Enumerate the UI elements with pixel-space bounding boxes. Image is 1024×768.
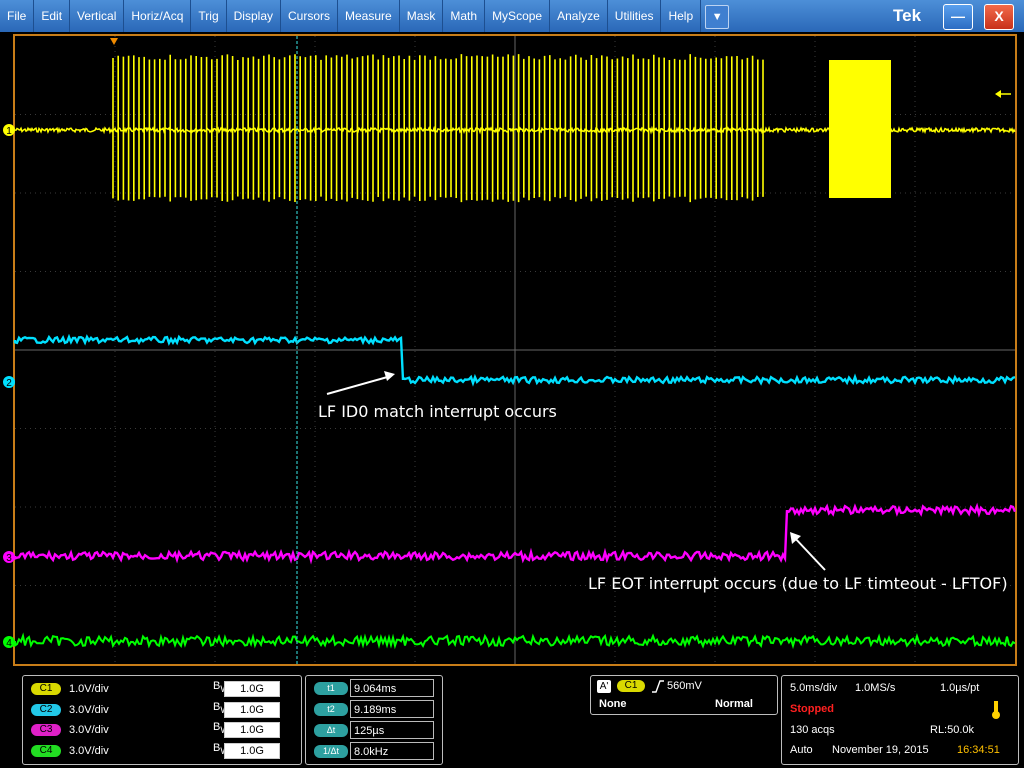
svg-text:3: 3 bbox=[6, 553, 12, 564]
channel-c4-bandwidth[interactable]: 1.0G bbox=[224, 743, 280, 759]
trigger-level: 560mV bbox=[667, 680, 702, 692]
channel-2-marker[interactable]: 2 bbox=[3, 376, 15, 389]
menu-bar: File Edit Vertical Horiz/Acq Trig Display Curs… bbox=[0, 0, 1024, 32]
menu-myscope[interactable]: MyScope bbox=[485, 0, 551, 32]
channel-c4-badge[interactable]: C4 bbox=[31, 745, 61, 757]
chevron-down-icon: ▼ bbox=[711, 11, 723, 23]
channel-1-burst bbox=[112, 54, 764, 203]
annotation-eot-timeout: LF EOT interrupt occurs (due to LF timte… bbox=[588, 574, 1008, 593]
channel-c2-bandwidth[interactable]: 1.0G bbox=[224, 702, 280, 718]
menu-display[interactable]: Display bbox=[227, 0, 281, 32]
menu-cursors[interactable]: Cursors bbox=[281, 0, 339, 32]
svg-text:2: 2 bbox=[6, 378, 12, 389]
channel-3-marker[interactable]: 3 bbox=[3, 551, 15, 564]
close-button[interactable]: X bbox=[984, 4, 1014, 30]
annotation-arrow-id0 bbox=[326, 375, 392, 395]
cursor-delta-label[interactable]: Δt bbox=[314, 724, 348, 737]
channel-row-c1[interactable]: C1 1.0V/div bbox=[31, 681, 109, 697]
tek-logo: Tek bbox=[893, 6, 922, 25]
acquisition-date: November 19, 2015 bbox=[832, 744, 929, 756]
menu-file[interactable]: File bbox=[0, 0, 35, 32]
record-length: RL:50.0k bbox=[930, 724, 975, 736]
resolution: 1.0µs/pt bbox=[940, 682, 980, 694]
menu-edit[interactable]: Edit bbox=[34, 0, 71, 32]
menu-analyze[interactable]: Analyze bbox=[550, 0, 608, 32]
cursor-t1-label[interactable]: t1 bbox=[314, 682, 348, 695]
trigger-coupling: None bbox=[599, 698, 627, 710]
channel-c4-scale: 3.0V/div bbox=[69, 745, 109, 757]
acquisition-count: 130 acqs bbox=[790, 724, 835, 736]
cursor-delta-value: 125µs bbox=[350, 721, 434, 739]
cursor-inverse-delta-value: 8.0kHz bbox=[350, 742, 434, 760]
channel-c2-badge[interactable]: C2 bbox=[31, 704, 61, 716]
minimize-button[interactable]: — bbox=[943, 4, 973, 30]
annotation-id0-match: LF ID0 match interrupt occurs bbox=[318, 402, 557, 421]
svg-text:1: 1 bbox=[6, 126, 12, 137]
run-mode: Auto bbox=[790, 744, 813, 756]
channel-c1-badge[interactable]: C1 bbox=[31, 683, 61, 695]
trigger-mode: Normal bbox=[715, 698, 753, 710]
channel-1-dense-burst bbox=[829, 60, 891, 198]
menu-dropdown-button[interactable]: ▼ bbox=[705, 5, 730, 29]
waveform-canvas[interactable]: 1 2 3 4 bbox=[3, 36, 1017, 664]
channel-c3-bandwidth[interactable]: 1.0G bbox=[224, 722, 280, 738]
channel-row-c2[interactable]: C2 3.0V/div bbox=[31, 702, 109, 718]
channel-row-c3[interactable]: C3 3.0V/div bbox=[31, 722, 109, 738]
cursor-t1-value: 9.064ms bbox=[350, 679, 434, 697]
cursor-t2-value: 9.189ms bbox=[350, 700, 434, 718]
acquisition-time: 16:34:51 bbox=[957, 744, 1000, 756]
cursor-inverse-delta-label[interactable]: 1/Δt bbox=[314, 745, 348, 758]
waveform-display[interactable]: 1 2 3 4 bbox=[3, 34, 1017, 666]
menu-utilities[interactable]: Utilities bbox=[608, 0, 662, 32]
trigger-source-badge[interactable]: C1 bbox=[617, 680, 645, 692]
annotation-arrowhead-id0 bbox=[384, 371, 395, 381]
menu-trig[interactable]: Trig bbox=[191, 0, 227, 32]
channel-c3-scale: 3.0V/div bbox=[69, 724, 109, 736]
cursor-panel: t1 9.064ms t2 9.189ms Δt 125µs 1/Δt 8.0k… bbox=[305, 675, 443, 765]
menu-measure[interactable]: Measure bbox=[338, 0, 400, 32]
menu-mask[interactable]: Mask bbox=[400, 0, 444, 32]
channel-c3-badge[interactable]: C3 bbox=[31, 724, 61, 736]
channel-panel: C1 1.0V/div C2 3.0V/div C3 3.0V/div C4 3… bbox=[22, 675, 302, 765]
trigger-position-marker bbox=[110, 38, 118, 45]
svg-text:4: 4 bbox=[6, 638, 12, 649]
menu-help[interactable]: Help bbox=[661, 0, 702, 32]
channel-c1-scale: 1.0V/div bbox=[69, 683, 109, 695]
sample-rate: 1.0MS/s bbox=[855, 682, 896, 694]
channel-1-marker[interactable]: 1 bbox=[3, 124, 15, 137]
thermometer-icon bbox=[992, 701, 1000, 719]
cursor-t2-label[interactable]: t2 bbox=[314, 703, 348, 716]
annotation-arrow-eot bbox=[792, 535, 826, 571]
menu-horiz-acq[interactable]: Horiz/Acq bbox=[124, 0, 192, 32]
menu-vertical[interactable]: Vertical bbox=[70, 0, 125, 32]
channel-c2-scale: 3.0V/div bbox=[69, 704, 109, 716]
channel-4-marker[interactable]: 4 bbox=[3, 636, 15, 649]
menu-math[interactable]: Math bbox=[443, 0, 486, 32]
timebase-scale: 5.0ms/div bbox=[790, 682, 838, 694]
channel-c1-bandwidth[interactable]: 1.0G bbox=[224, 681, 280, 697]
rising-edge-icon bbox=[652, 680, 664, 693]
trigger-level-arrow bbox=[995, 90, 1001, 98]
acquisition-state: Stopped bbox=[790, 703, 834, 715]
acquisition-panel[interactable]: 5.0ms/div 1.0MS/s 1.0µs/pt Stopped 130 a… bbox=[781, 675, 1019, 765]
trigger-mode-badge[interactable]: A' bbox=[597, 680, 611, 693]
trigger-panel[interactable]: A' C1 560mV None Normal bbox=[590, 675, 778, 715]
channel-row-c4[interactable]: C4 3.0V/div bbox=[31, 743, 109, 759]
